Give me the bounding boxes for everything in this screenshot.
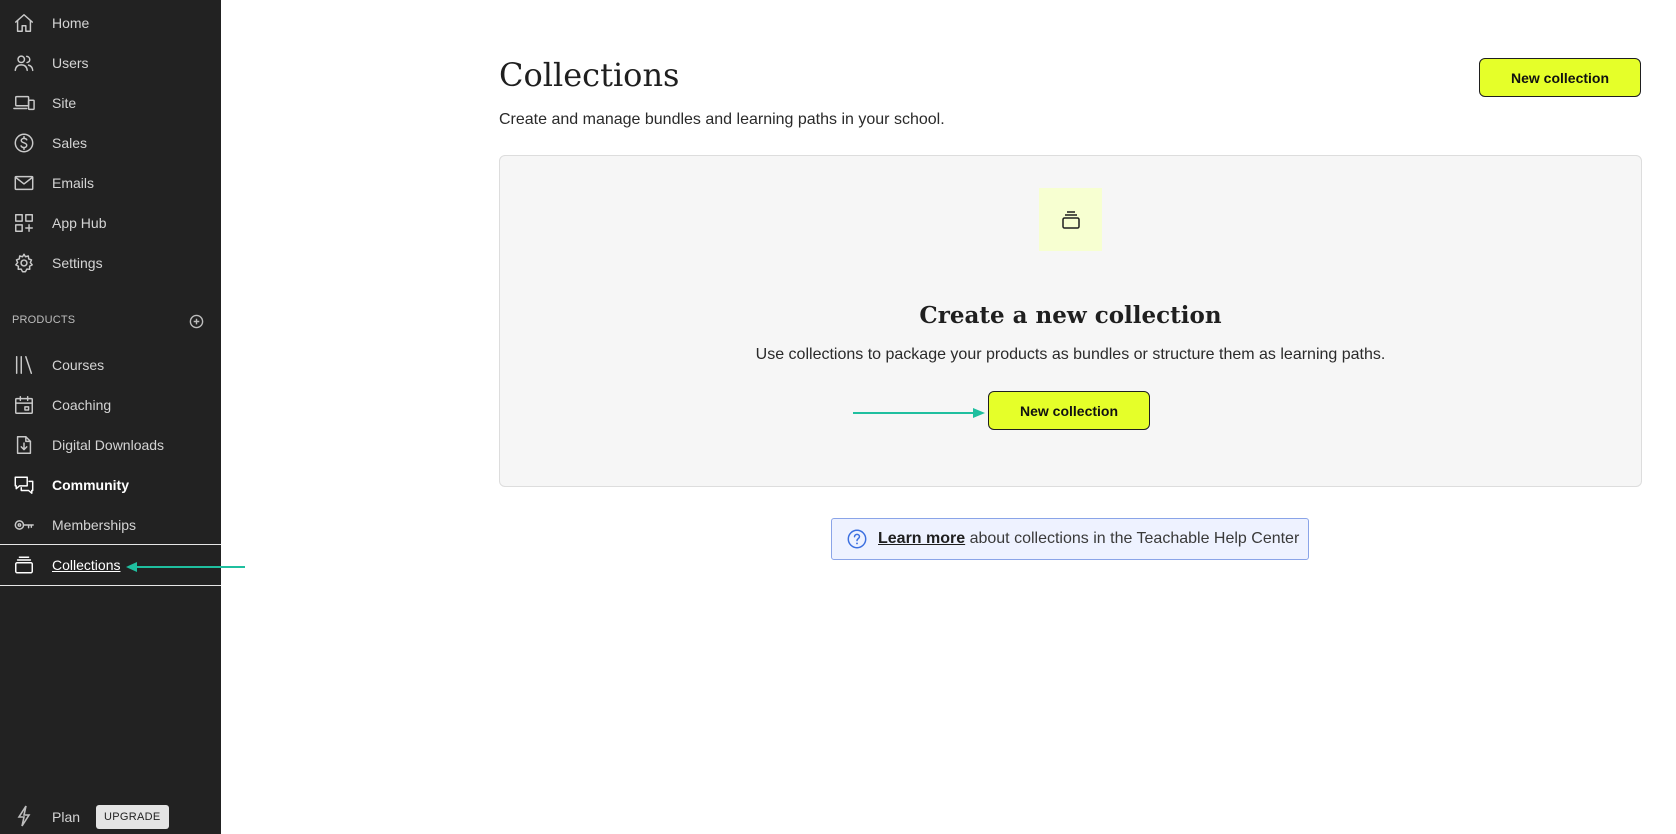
sidebar-item-site[interactable]: Site [0,83,221,123]
file-download-icon [12,433,36,457]
sidebar-item-label: Collections [52,557,121,573]
apps-icon [12,211,36,235]
sidebar-item-sales[interactable]: Sales [0,123,221,163]
chat-icon [12,473,36,497]
sidebar-item-courses[interactable]: Courses [0,345,221,385]
users-icon [12,51,36,75]
sidebar-item-home[interactable]: Home [0,3,221,43]
sidebar-item-label: Courses [52,357,105,373]
lightning-icon [14,805,34,827]
annotation-arrow-sidebar [126,562,245,572]
mail-icon [12,171,36,195]
help-center-banner: Learn more about collections in the Teac… [831,518,1309,560]
new-collection-empty-state-button[interactable]: New collection [988,391,1150,430]
calendar-icon [12,393,36,417]
sidebar-item-label: Users [52,55,89,71]
sidebar-item-label: Emails [52,175,95,191]
key-icon [12,513,36,537]
stack-icon [12,553,36,577]
sidebar-item-memberships[interactable]: Memberships [0,505,221,545]
empty-state-description: Use collections to package your products… [755,346,1386,363]
library-icon [12,353,36,377]
question-circle-icon [846,528,868,550]
devices-icon [12,91,36,115]
annotation-arrow-button [853,408,985,418]
sidebar-item-label: Sales [52,135,88,151]
upgrade-button[interactable]: UPGRADE [96,805,169,829]
sidebar: Home Users Site Sales Emails App Hub Set… [0,0,221,834]
page-subtitle: Create and manage bundles and learning p… [499,111,945,128]
sidebar-item-label: App Hub [52,215,107,231]
sidebar-item-community[interactable]: Community [0,465,221,505]
products-section-header: PRODUCTS [12,314,76,326]
sidebar-item-label: Site [52,95,77,111]
add-product-icon[interactable] [189,314,204,329]
sidebar-item-coaching[interactable]: Coaching [0,385,221,425]
gear-icon [12,251,36,275]
plan-row[interactable]: Plan UPGRADE [0,800,221,834]
sidebar-item-label: Memberships [52,517,137,533]
sidebar-item-label: Coaching [52,397,112,413]
page-title: Collections [499,56,680,94]
sidebar-item-app-hub[interactable]: App Hub [0,203,221,243]
sidebar-item-users[interactable]: Users [0,43,221,83]
sidebar-item-digital-downloads[interactable]: Digital Downloads [0,425,221,465]
sidebar-item-label: Home [52,15,90,31]
sidebar-item-label: Digital Downloads [52,437,165,453]
plan-label: Plan [52,809,81,825]
learn-more-link[interactable]: Learn more [878,530,965,547]
help-text-rest: about collections in the Teachable Help … [965,530,1300,547]
sidebar-item-label: Community [52,477,129,493]
sidebar-item-settings[interactable]: Settings [0,243,221,283]
sidebar-item-emails[interactable]: Emails [0,163,221,203]
new-collection-header-button[interactable]: New collection [1479,58,1641,97]
empty-state-title: Create a new collection [919,302,1222,329]
dollar-icon [12,131,36,155]
home-icon [12,11,36,35]
sidebar-item-label: Settings [52,255,103,271]
collection-stack-icon [1039,188,1102,251]
help-text: Learn more about collections in the Teac… [878,530,1299,548]
